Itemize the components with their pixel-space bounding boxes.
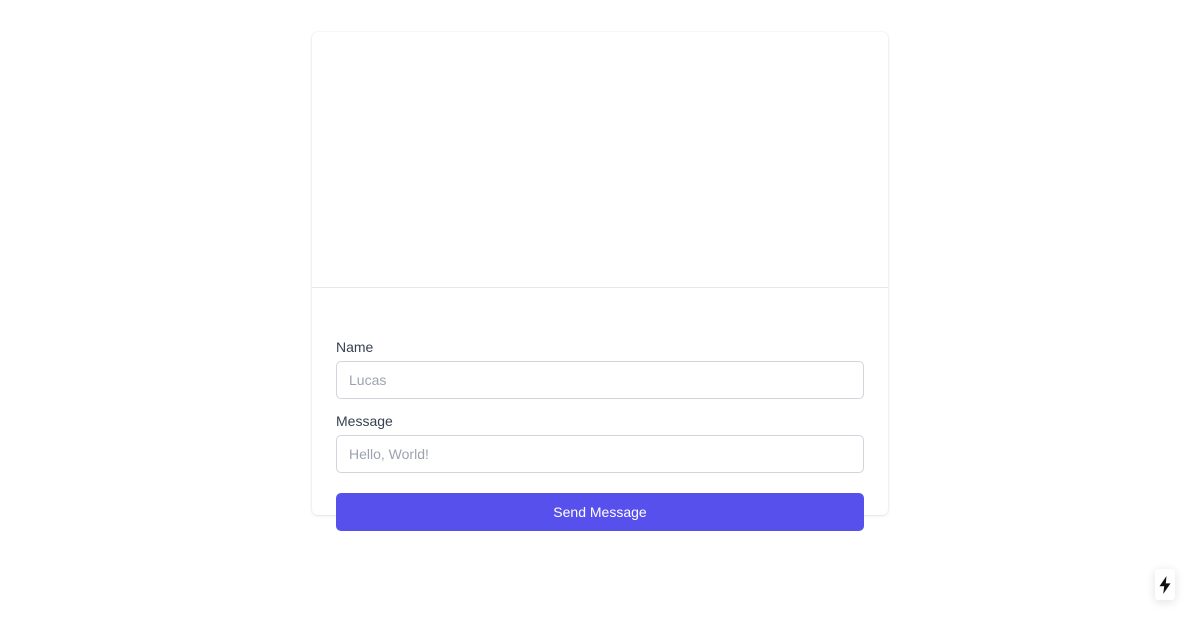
- send-message-button[interactable]: Send Message: [336, 493, 864, 531]
- message-input[interactable]: [336, 435, 864, 473]
- message-label: Message: [336, 413, 393, 429]
- deploy-badge[interactable]: [1155, 569, 1175, 600]
- name-input[interactable]: [336, 361, 864, 399]
- chat-card: Name Message Send Message: [312, 32, 888, 531]
- name-label: Name: [336, 339, 374, 355]
- lightning-bolt-icon: [1159, 575, 1171, 594]
- message-list: [312, 32, 888, 288]
